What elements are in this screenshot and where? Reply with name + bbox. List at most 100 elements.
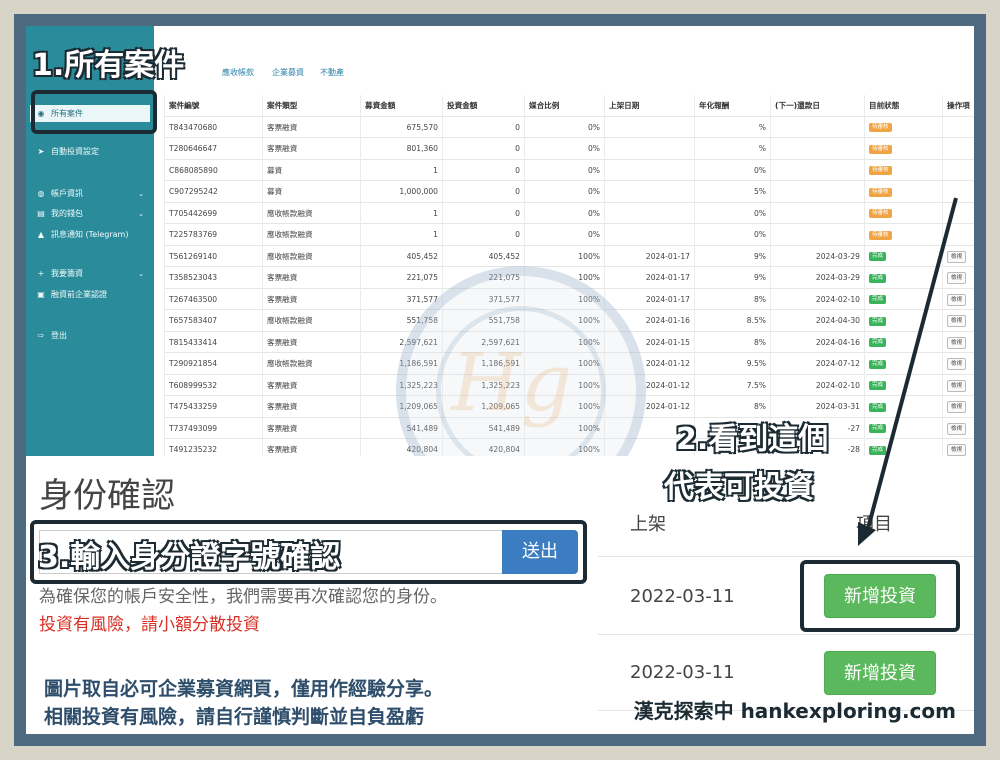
identity-notice: 為確保您的帳戶安全性，我們需要再次確認您的身份。 <box>39 587 447 607</box>
status-cell: 完成 <box>864 245 942 267</box>
view-button[interactable]: 檢視 <box>947 293 967 306</box>
logout-icon: ⇨ <box>37 331 45 340</box>
chevron-down-icon: ⌄ <box>138 269 144 278</box>
table-cell: 2024-07-12 <box>770 353 864 375</box>
highlight-all-cases <box>31 90 157 134</box>
status-badge: 待審核 <box>869 144 892 154</box>
view-button[interactable]: 檢視 <box>947 358 967 370</box>
table-cell: 801,360 <box>360 138 442 160</box>
table-cell: 0% <box>694 202 770 224</box>
tab-receivables[interactable]: 應收帳款 <box>222 67 254 78</box>
table-cell <box>942 159 974 181</box>
table-cell: 0 <box>442 138 524 160</box>
table-header-cell: 案件編號 <box>164 95 262 117</box>
table-cell: 0 <box>442 159 524 181</box>
table-cell: 675,570 <box>360 116 442 138</box>
step2-label-line2: 代表可投資 <box>663 469 815 506</box>
view-button[interactable]: 檢視 <box>947 444 967 456</box>
table-cell: 1,000,000 <box>360 181 442 203</box>
table-cell <box>942 116 974 138</box>
table-cell: T705442699 <box>164 202 262 224</box>
view-button[interactable]: 檢視 <box>947 379 967 392</box>
table-cell: 2024-03-29 <box>770 245 864 267</box>
view-button[interactable]: 檢視 <box>947 401 967 413</box>
view-button[interactable]: 檢視 <box>947 272 967 284</box>
table-cell: C868085890 <box>164 159 262 181</box>
table-cell <box>604 116 694 138</box>
table-header-cell: 案件類型 <box>262 95 360 117</box>
add-investment-button[interactable]: 新增投資 <box>824 651 936 695</box>
chevron-down-icon: ⌄ <box>138 209 144 218</box>
status-badge: 完成 <box>869 252 887 261</box>
column-header-item: 項目 <box>856 514 892 535</box>
table-cell: 0% <box>524 202 604 224</box>
table-cell: T280646647 <box>164 138 262 160</box>
table-cell: % <box>694 116 770 138</box>
table-header-cell: 目前狀態 <box>864 95 942 117</box>
status-badge: 待審核 <box>869 123 892 132</box>
table-cell: 0 <box>442 116 524 138</box>
table-cell: T491235232 <box>164 439 262 456</box>
view-button[interactable]: 檢視 <box>947 315 967 327</box>
tab-real-estate[interactable]: 不動產 <box>320 67 344 78</box>
status-cell: 待審核 <box>864 202 942 224</box>
table-cell: 客票融資 <box>262 331 360 353</box>
status-cell: 完成 <box>864 353 942 375</box>
tab-enterprise-fund[interactable]: 企業募資 <box>272 67 304 78</box>
table-header-cell: 年化報酬 <box>694 95 770 117</box>
table-header-cell: 投資金額 <box>442 95 524 117</box>
table-cell: 0 <box>442 181 524 203</box>
sidebar-item-auto-invest[interactable]: ➤ 自動投資設定 <box>36 146 148 157</box>
status-cell: 完成 <box>864 267 942 289</box>
table-cell: T815433414 <box>164 331 262 353</box>
step2-label-line1: 2.看到這個 <box>675 421 829 458</box>
status-cell: 待審核 <box>864 116 942 138</box>
table-header-row: 案件編號 案件類型 募資金額 投資金額 媒合比例 上架日期 年化報酬 (下一)還款日 目前狀態操… <box>164 95 974 117</box>
status-cell: 待審核 <box>864 138 942 160</box>
topbar: 應收帳款 企業募資 不動產 <box>154 26 974 90</box>
table-cell: 8% <box>694 288 770 310</box>
table-cell: 405,452 <box>442 245 524 267</box>
table-row: T843470680 客票融資 675,570 0 0%% 待審核 <box>164 116 974 138</box>
table-cell <box>770 202 864 224</box>
view-button[interactable]: 檢視 <box>947 336 967 349</box>
table-cell: 7.5% <box>694 374 770 396</box>
table-cell: 1 <box>360 224 442 246</box>
table-cell: 客票融資 <box>262 374 360 396</box>
chevron-down-icon: ⌄ <box>138 189 144 198</box>
status-cell: 完成 <box>864 417 942 439</box>
table-cell: 應收帳款融資 <box>262 353 360 375</box>
table-cell: C907295242 <box>164 181 262 203</box>
highlight-add-investment <box>800 560 960 632</box>
table-cell: 2024-02-10 <box>770 288 864 310</box>
sidebar-item-label: 我要籌資 <box>51 269 83 278</box>
action-cell: 檢視 <box>942 374 974 396</box>
table-cell: 0% <box>524 116 604 138</box>
status-badge: 完成 <box>869 295 887 304</box>
sidebar-item-account[interactable]: ◍ 帳戶資訊 ⌄ <box>36 188 148 199</box>
view-button[interactable]: 檢視 <box>947 422 967 435</box>
sidebar-item-kyc[interactable]: ▣ 融資前企業認證 <box>36 289 148 300</box>
sidebar-item-fundraise[interactable]: + 我要籌資 ⌄ <box>36 268 148 279</box>
status-cell: 待審核 <box>864 181 942 203</box>
sidebar-item-label: 我的錢包 <box>51 209 83 218</box>
sidebar-item-label: 訊息通知 (Telegram) <box>51 230 129 239</box>
view-button[interactable]: 檢視 <box>947 250 967 263</box>
status-badge: 待審核 <box>869 209 892 218</box>
table-cell: 8% <box>694 331 770 353</box>
globe-icon: ◍ <box>37 189 45 198</box>
table-cell: 應收帳款融資 <box>262 202 360 224</box>
table-cell: 客票融資 <box>262 288 360 310</box>
status-badge: 完成 <box>869 338 887 347</box>
id-card-icon: ▣ <box>37 290 45 299</box>
column-header-listing: 上架 <box>630 514 666 535</box>
table-row: C907295242 募資 1,000,000 0 0% 5% 待審核 <box>164 181 974 203</box>
sidebar-item-wallet[interactable]: ▤ 我的錢包 ⌄ <box>36 208 148 219</box>
sidebar-item-logout[interactable]: ⇨ 登出 <box>36 330 148 341</box>
sidebar-item-telegram[interactable]: ▲ 訊息通知 (Telegram) <box>36 229 148 240</box>
table-cell: 0% <box>694 159 770 181</box>
table-cell: 客票融資 <box>262 138 360 160</box>
table-cell <box>942 202 974 224</box>
watermark-monogram: Hg <box>451 336 572 429</box>
table-header-cell: 募資金額 <box>360 95 442 117</box>
